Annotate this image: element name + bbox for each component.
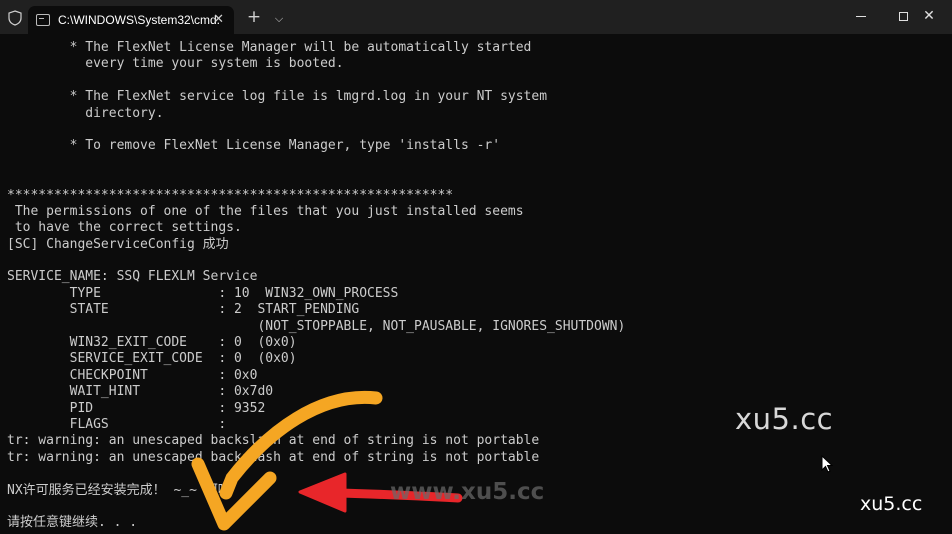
plus-icon[interactable]: +	[246, 8, 262, 26]
minimize-button[interactable]	[838, 0, 884, 32]
console-line: (NOT_STOPPABLE, NOT_PAUSABLE, IGNORES_SH…	[7, 318, 626, 334]
watermark-large: xu5.cc	[735, 402, 834, 436]
watermark-small: xu5.cc	[860, 493, 923, 515]
console-line: every time your system is booted.	[7, 56, 344, 72]
shield-icon[interactable]	[8, 10, 22, 26]
chevron-down-icon[interactable]: ⌵	[272, 10, 286, 28]
console-line: The permissions of one of the files that…	[7, 203, 524, 219]
close-window-button[interactable]: ✕	[906, 0, 952, 32]
console-line: SERVICE_EXIT_CODE : 0 (0x0)	[7, 351, 297, 367]
console-line: SERVICE_NAME: SSQ FLEXLM Service	[7, 269, 258, 285]
console-line: WAIT_HINT : 0x7d0	[7, 384, 274, 400]
close-icon[interactable]: ✕	[213, 12, 224, 28]
mouse-cursor-icon	[821, 455, 833, 473]
console-line: CHECKPOINT : 0x0	[7, 367, 258, 383]
console-line: TYPE : 10 WIN32_OWN_PROCESS	[7, 285, 399, 301]
title-bar: C:\WINDOWS\System32\cmd. ✕ + ⌵ ✕	[0, 0, 952, 34]
tab-cmd[interactable]: C:\WINDOWS\System32\cmd. ✕	[28, 6, 234, 34]
console-line: tr: warning: an unescaped backslash at e…	[7, 449, 540, 465]
console-line: * The FlexNet service log file is lmgrd.…	[7, 89, 548, 105]
console-line: ****************************************…	[7, 187, 454, 203]
watermark-center: www.xu5.cc	[390, 479, 545, 505]
console-line: STATE : 2 START_PENDING	[7, 302, 360, 318]
console-line: * The FlexNet License Manager will be au…	[7, 40, 532, 55]
close-window-icon: ✕	[923, 8, 935, 24]
console-line: [SC] ChangeServiceConfig 成功	[7, 236, 229, 252]
console-line: * To remove FlexNet License Manager, typ…	[7, 138, 501, 154]
console-line: WIN32_EXIT_CODE : 0 (0x0)	[7, 335, 297, 351]
console-line: to have the correct settings.	[7, 220, 242, 236]
terminal-window: C:\WINDOWS\System32\cmd. ✕ + ⌵ ✕ * The F…	[0, 0, 952, 534]
cmd-icon	[36, 14, 50, 26]
minimize-icon	[856, 15, 866, 17]
console-line: directory.	[7, 105, 164, 121]
console-line: 请按任意键继续. . .	[7, 515, 138, 531]
console-output[interactable]: * The FlexNet License Manager will be au…	[7, 40, 947, 532]
tab-title: C:\WINDOWS\System32\cmd.	[58, 13, 221, 27]
